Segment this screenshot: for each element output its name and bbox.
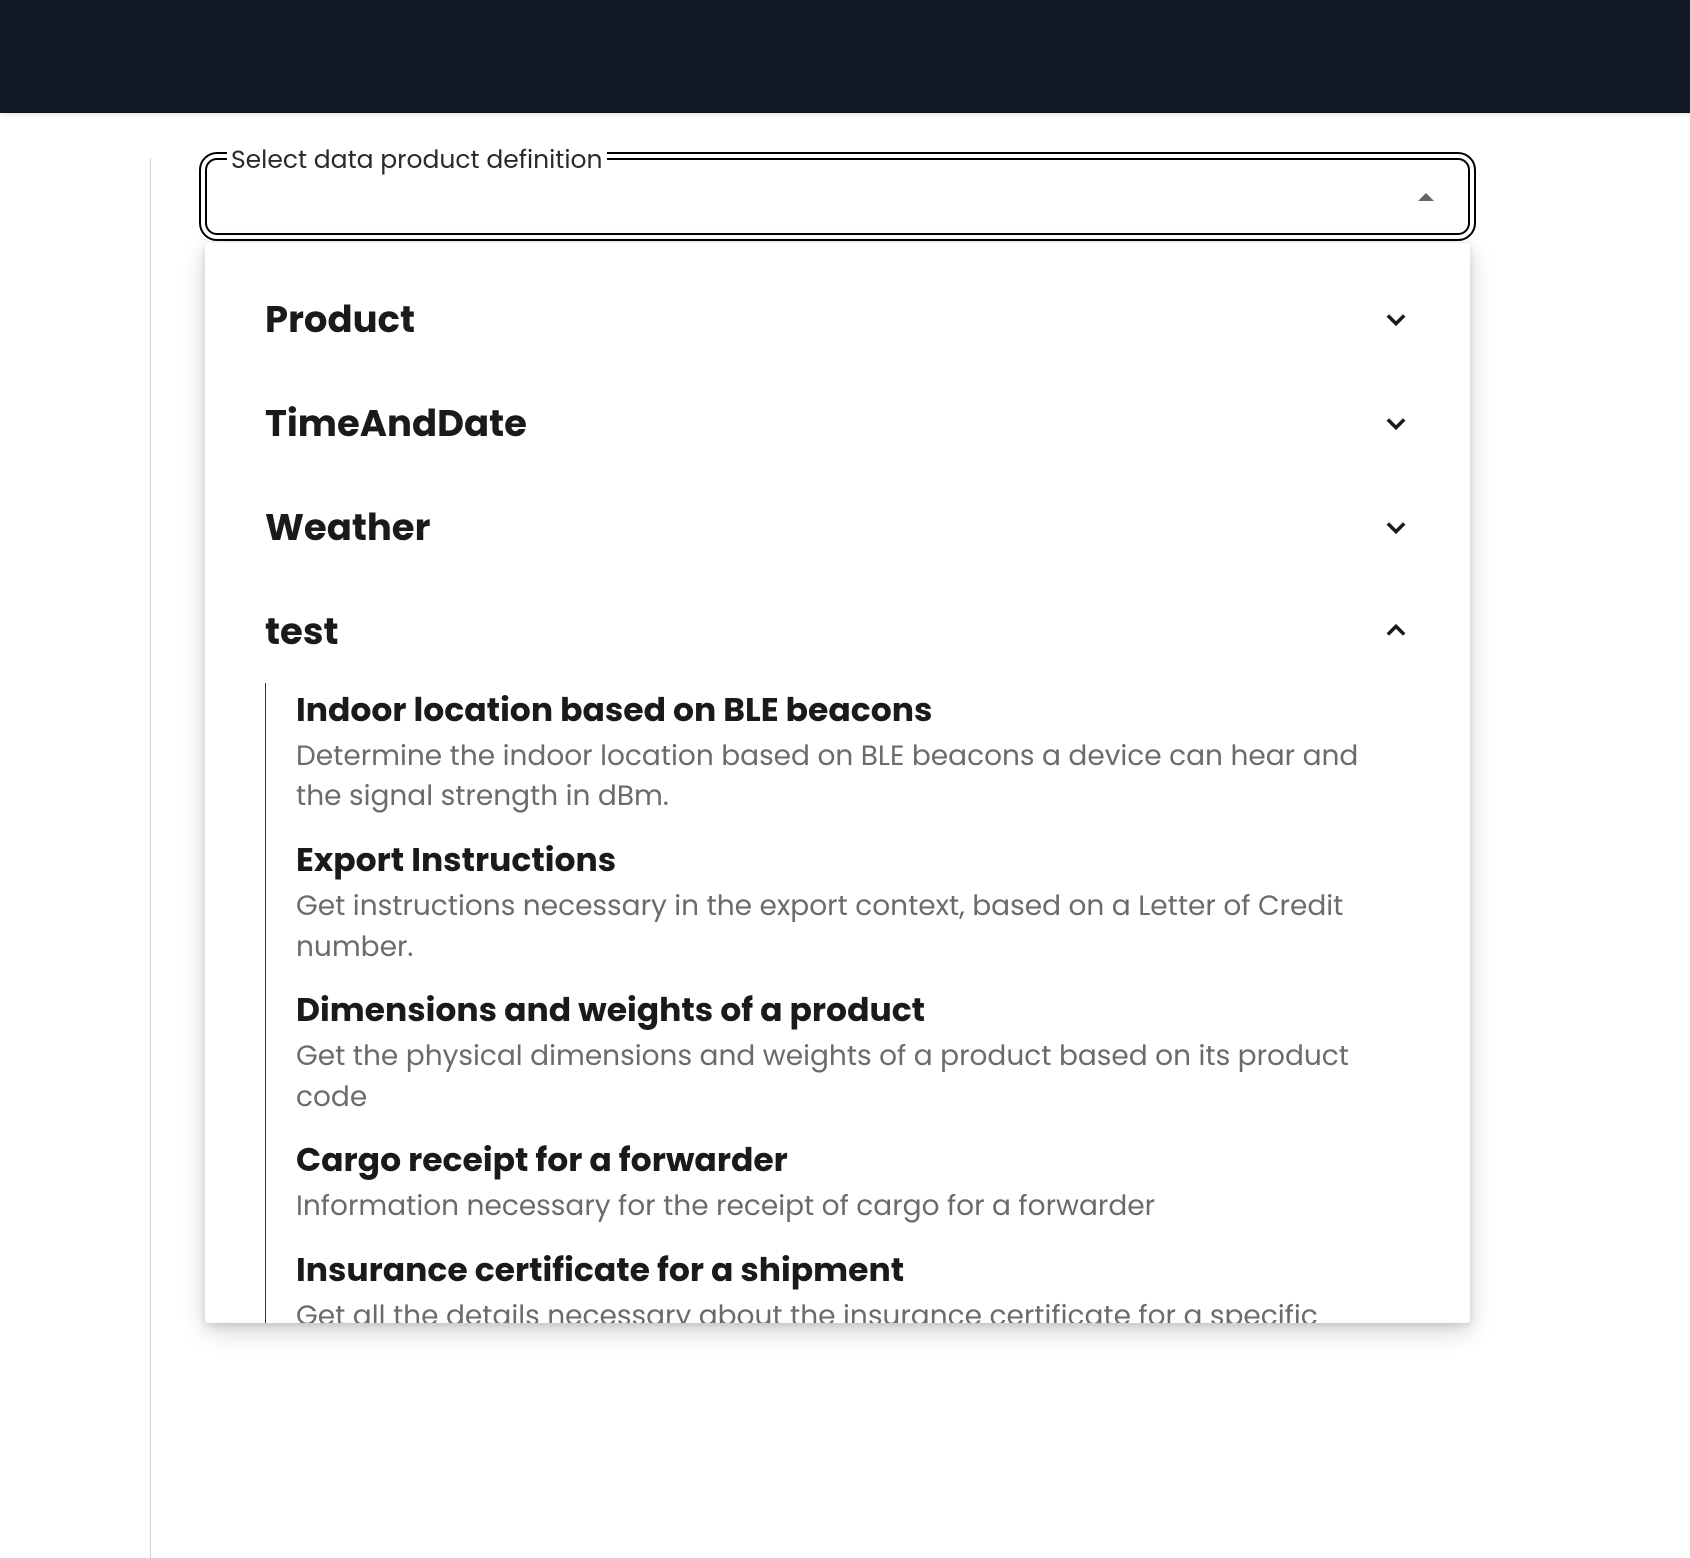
select-label: Select data product definition: [227, 141, 607, 179]
top-bar: [0, 0, 1690, 113]
item-desc: Get all the details necessary about the …: [296, 1296, 1410, 1323]
chevron-up-icon: [1382, 617, 1410, 645]
group-title: Product: [265, 291, 415, 347]
item-desc: Get instructions necessary in the export…: [296, 886, 1410, 967]
item-desc: Information necessary for the receipt of…: [296, 1186, 1410, 1227]
item-desc: Get the physical dimensions and weights …: [296, 1036, 1410, 1117]
list-item[interactable]: Indoor location based on BLE beacons Det…: [296, 689, 1410, 817]
item-title: Dimensions and weights of a product: [296, 989, 1410, 1032]
item-title: Indoor location based on BLE beacons: [296, 689, 1410, 732]
item-title: Cargo receipt for a forwarder: [296, 1139, 1410, 1182]
group-items-test: Indoor location based on BLE beacons Det…: [265, 683, 1470, 1323]
content: Select data product definition Product T…: [0, 158, 1690, 235]
group-header-timeanddate[interactable]: TimeAndDate: [205, 371, 1470, 475]
group-title: TimeAndDate: [265, 395, 527, 451]
chevron-down-icon: [1382, 513, 1410, 541]
caret-up-icon: [1418, 193, 1434, 201]
item-desc: Determine the indoor location based on B…: [296, 736, 1410, 817]
chevron-down-icon: [1382, 305, 1410, 333]
item-title: Export Instructions: [296, 839, 1410, 882]
group-title: test: [265, 603, 338, 659]
list-item[interactable]: Export Instructions Get instructions nec…: [296, 839, 1410, 967]
list-item[interactable]: Insurance certificate for a shipment Get…: [296, 1249, 1410, 1323]
chevron-down-icon: [1382, 409, 1410, 437]
dropdown-panel: Product TimeAndDate Weather test: [205, 243, 1470, 1323]
group-title: Weather: [265, 499, 430, 555]
divider: [150, 158, 151, 1558]
group-header-weather[interactable]: Weather: [205, 475, 1470, 579]
group-header-test[interactable]: test: [205, 579, 1470, 683]
list-item[interactable]: Cargo receipt for a forwarder Informatio…: [296, 1139, 1410, 1226]
select-container: Select data product definition Product T…: [205, 158, 1470, 235]
group-header-product[interactable]: Product: [205, 267, 1470, 371]
list-item[interactable]: Dimensions and weights of a product Get …: [296, 989, 1410, 1117]
item-title: Insurance certificate for a shipment: [296, 1249, 1410, 1292]
